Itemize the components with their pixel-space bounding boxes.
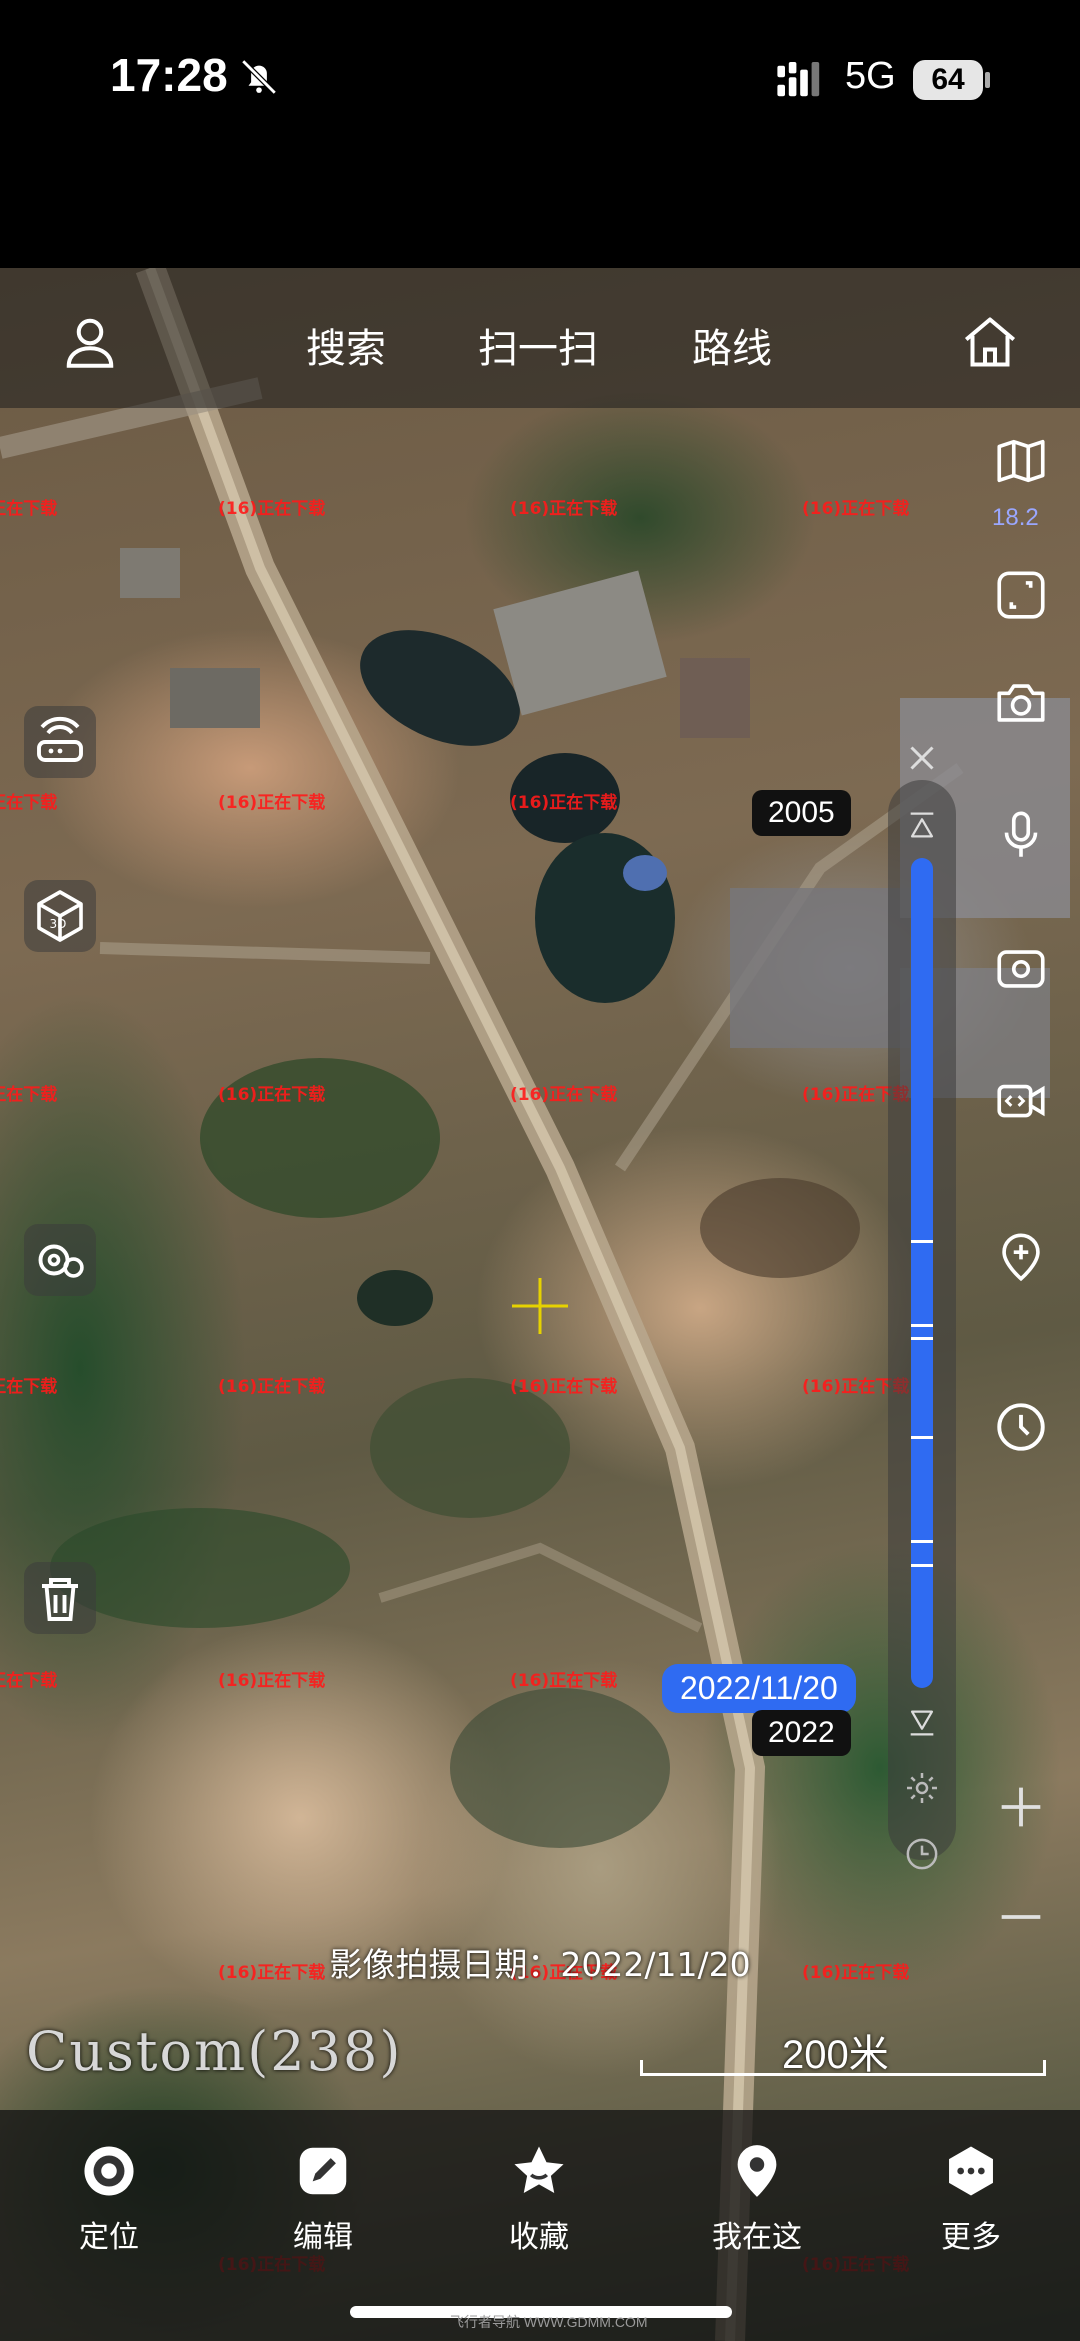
slider-tick xyxy=(911,1240,933,1243)
settings-group-icon[interactable] xyxy=(24,1224,96,1296)
home-icon[interactable] xyxy=(958,312,1022,372)
download-watermark: (16)正在下载 xyxy=(510,1377,618,1397)
download-watermark: (16)正在下载 xyxy=(218,793,326,813)
edit-icon xyxy=(299,2147,347,2195)
status-time: 17:28 xyxy=(110,49,228,101)
slider-tick xyxy=(911,1337,933,1340)
camera-icon[interactable] xyxy=(992,674,1050,732)
bell-off-icon xyxy=(241,59,277,95)
status-bar: 17:28 5G 64 xyxy=(0,0,1080,268)
download-watermark: (16)正在下载 xyxy=(218,499,326,519)
download-watermark: (16)正在下载 xyxy=(218,1085,326,1105)
zoom-level: 18.2 xyxy=(992,504,1039,531)
slider-settings-icon[interactable] xyxy=(902,1768,942,1808)
more-icon xyxy=(949,2146,993,2196)
slider-end-year: 2022 xyxy=(752,1710,851,1756)
download-watermark: (16)正在下载 xyxy=(218,1377,326,1397)
download-watermark: (16)正在下载 xyxy=(0,1085,58,1105)
download-watermark: (16)正在下载 xyxy=(802,499,910,519)
location-pin-icon xyxy=(737,2145,777,2197)
selected-date-bubble[interactable]: 2022/11/20 xyxy=(662,1664,856,1713)
route-link[interactable]: 路线 xyxy=(692,316,772,374)
download-watermark: (16)正在下载 xyxy=(0,1377,58,1397)
slider-history-icon[interactable] xyxy=(902,1834,942,1874)
nav-i-am-here[interactable]: 我在这 xyxy=(682,2140,832,2256)
fullscreen-icon[interactable] xyxy=(992,566,1050,624)
zoom-in-icon[interactable] xyxy=(992,1778,1050,1836)
microphone-icon[interactable] xyxy=(992,806,1050,864)
user-icon[interactable] xyxy=(60,312,120,372)
locate-icon xyxy=(84,2146,134,2196)
download-watermark: (16)正在下载 xyxy=(0,793,58,813)
download-watermark: (16)正在下载 xyxy=(218,1671,326,1691)
search-link[interactable]: 搜索 xyxy=(306,316,386,374)
imagery-date-caption: 影像拍摄日期：2022/11/20 xyxy=(329,1945,751,1984)
add-marker-icon[interactable] xyxy=(992,1228,1050,1286)
nav-edit[interactable]: 编辑 xyxy=(248,2140,398,2256)
download-watermark: (16)正在下载 xyxy=(510,1671,618,1691)
battery-icon: 64 xyxy=(913,60,983,100)
nav-favorite[interactable]: 收藏 xyxy=(464,2140,614,2256)
imagery-source-label: Custom(238) xyxy=(26,2020,403,2083)
slider-end-arrow-icon[interactable] xyxy=(904,1706,940,1740)
download-watermark: (16)正在下载 xyxy=(510,499,618,519)
network-type: 5G xyxy=(845,55,896,97)
download-watermark: (16)正在下载 xyxy=(0,1671,58,1691)
router-icon[interactable] xyxy=(24,706,96,778)
nav-label: 我在这 xyxy=(712,2220,802,2255)
slider-tick xyxy=(911,1324,933,1327)
star-icon xyxy=(514,2146,564,2193)
nav-label: 更多 xyxy=(941,2220,1001,2255)
crosshair-icon xyxy=(512,1278,568,1334)
download-watermark: (16)正在下载 xyxy=(510,793,618,813)
signal-icon xyxy=(777,62,820,97)
scan-link[interactable]: 扫一扫 xyxy=(478,316,598,374)
battery-nub xyxy=(985,72,990,88)
history-clock-icon[interactable] xyxy=(992,1398,1050,1456)
slider-tick xyxy=(911,1436,933,1439)
scale-bar xyxy=(640,2060,1046,2076)
nav-label: 定位 xyxy=(79,2220,139,2255)
slider-start-year: 2005 xyxy=(752,790,851,836)
nav-label: 收藏 xyxy=(509,2220,569,2255)
svg-text:3D: 3D xyxy=(50,917,67,931)
nav-locate[interactable]: 定位 xyxy=(34,2140,184,2256)
map-layers-icon[interactable] xyxy=(992,432,1050,490)
rotate-camera-icon[interactable] xyxy=(992,940,1050,998)
download-watermark: (16)正在下载 xyxy=(0,499,58,519)
video-icon[interactable] xyxy=(992,1072,1050,1130)
slider-tick xyxy=(911,1564,933,1567)
slider-tick xyxy=(911,1540,933,1543)
slider-start-arrow-icon[interactable] xyxy=(904,808,940,842)
footer-watermark: 飞行者导航 WWW.GDMM.COM xyxy=(450,2314,648,2330)
close-icon[interactable] xyxy=(904,740,940,776)
download-watermark: (16)正在下载 xyxy=(510,1085,618,1105)
trash-icon[interactable] xyxy=(24,1562,96,1634)
nav-more[interactable]: 更多 xyxy=(896,2140,1046,2256)
3d-cube-icon[interactable]: 3D xyxy=(24,880,96,952)
nav-label: 编辑 xyxy=(293,2220,353,2255)
